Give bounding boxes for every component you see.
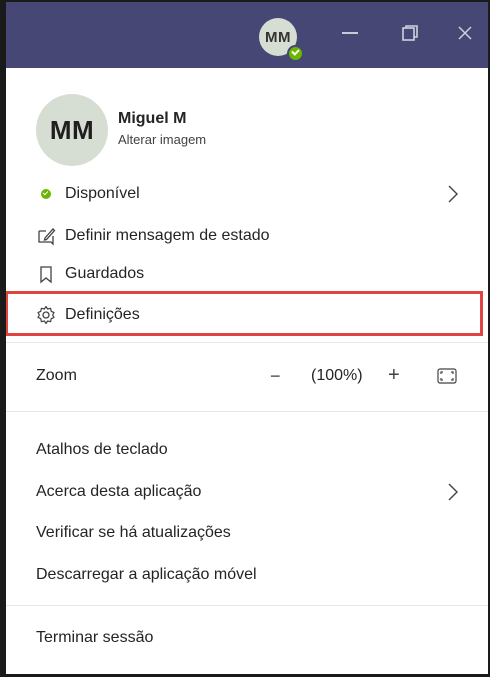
close-icon xyxy=(458,26,472,40)
divider xyxy=(6,411,488,412)
profile-header: MM Miguel M Alterar imagem xyxy=(6,68,488,178)
check-updates-label: Verificar se há atualizações xyxy=(36,524,231,541)
fit-to-screen-icon[interactable] xyxy=(436,365,458,387)
set-status-message-label: Definir mensagem de estado xyxy=(65,227,270,244)
change-image-link[interactable]: Alterar imagem xyxy=(118,132,206,147)
set-status-message-item[interactable]: Definir mensagem de estado xyxy=(6,216,488,256)
keyboard-shortcuts-label: Atalhos de teclado xyxy=(36,441,168,458)
keyboard-shortcuts-item[interactable]: Atalhos de teclado xyxy=(6,430,488,470)
minimize-icon xyxy=(342,32,358,34)
close-button[interactable] xyxy=(450,18,480,48)
about-label: Acerca desta aplicação xyxy=(36,483,202,500)
profile-avatar[interactable]: MM xyxy=(36,94,108,166)
divider xyxy=(6,605,488,606)
bookmark-icon xyxy=(36,264,56,284)
user-name: Miguel M xyxy=(118,110,187,127)
available-status-icon xyxy=(36,184,56,204)
chevron-right-icon xyxy=(448,185,458,203)
chevron-right-icon xyxy=(448,483,458,501)
lower-menu: Zoom − (100%) + Atalhos de teclado Acerc… xyxy=(6,342,488,674)
zoom-row: Zoom − (100%) + xyxy=(6,352,488,402)
avatar-initials-large: MM xyxy=(49,114,95,145)
status-menu-item[interactable]: Disponível xyxy=(6,174,488,214)
check-updates-item[interactable]: Verificar se há atualizações xyxy=(6,513,488,553)
download-mobile-app-item[interactable]: Descarregar a aplicação móvel xyxy=(6,555,488,595)
sign-out-item[interactable]: Terminar sessão xyxy=(6,618,488,658)
zoom-label: Zoom xyxy=(36,367,77,384)
minimize-button[interactable] xyxy=(335,18,365,48)
about-item[interactable]: Acerca desta aplicação xyxy=(6,472,488,512)
status-label: Disponível xyxy=(65,185,140,202)
saved-item[interactable]: Guardados xyxy=(6,254,488,294)
title-bar: MM xyxy=(0,0,490,68)
maximize-button[interactable] xyxy=(395,18,425,48)
download-mobile-app-label: Descarregar a aplicação móvel xyxy=(36,566,257,583)
available-status-icon xyxy=(287,45,304,62)
settings-highlight-box xyxy=(5,291,483,336)
maximize-icon xyxy=(402,25,418,41)
edit-message-icon xyxy=(36,226,56,246)
avatar-initials: MM xyxy=(265,28,291,46)
divider xyxy=(6,342,488,343)
saved-label: Guardados xyxy=(65,265,145,282)
zoom-level: (100%) xyxy=(311,367,363,384)
sign-out-label: Terminar sessão xyxy=(36,629,154,646)
zoom-in-button[interactable]: + xyxy=(388,364,400,387)
zoom-out-button[interactable]: − xyxy=(270,366,281,387)
